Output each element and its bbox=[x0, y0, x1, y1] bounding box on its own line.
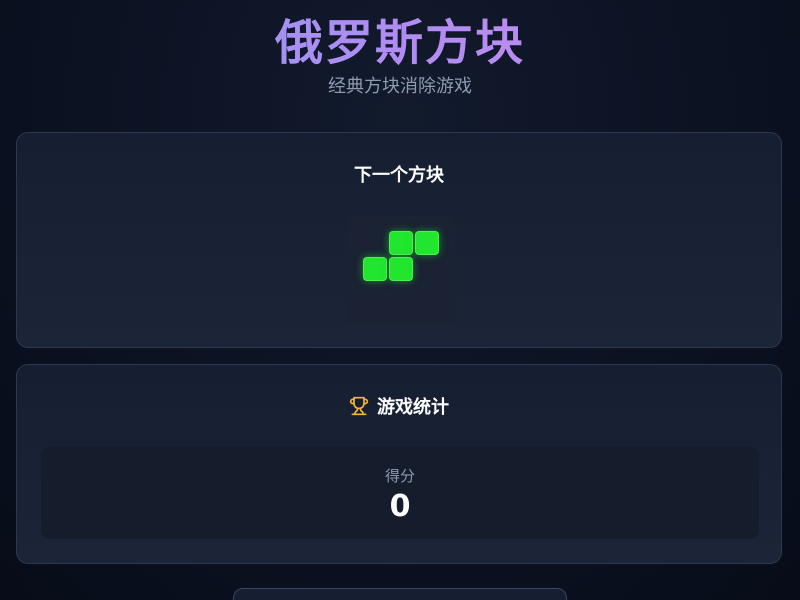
trophy-icon bbox=[349, 396, 369, 416]
next-piece-heading: 下一个方块 bbox=[354, 165, 444, 186]
next-piece-preview bbox=[347, 215, 455, 323]
score-label: 得分 bbox=[384, 467, 415, 485]
next-piece-block bbox=[363, 257, 387, 281]
next-piece-block bbox=[389, 257, 413, 281]
score-value: 0 bbox=[389, 489, 411, 524]
game-title: 俄罗斯方块 bbox=[0, 12, 800, 74]
game-control-button[interactable] bbox=[233, 588, 567, 600]
next-piece-block bbox=[415, 231, 439, 255]
game-stats-panel: 游戏统计 得分 0 bbox=[16, 364, 782, 564]
stats-heading: 游戏统计 bbox=[377, 397, 449, 418]
next-piece-panel: 下一个方块 bbox=[16, 132, 782, 348]
next-piece-block bbox=[389, 231, 413, 255]
score-box: 得分 0 bbox=[41, 447, 759, 539]
game-subtitle: 经典方块消除游戏 bbox=[328, 76, 472, 97]
